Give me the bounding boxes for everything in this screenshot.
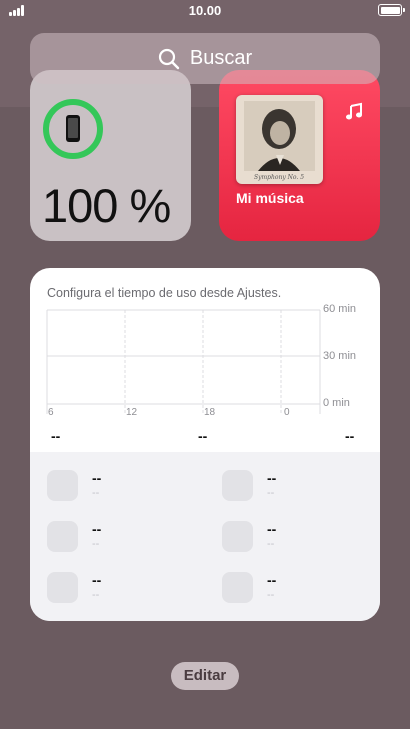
screen-time-widget[interactable]: Configura el tiempo de uso desde Ajustes…	[30, 268, 380, 621]
status-time: 10.00	[188, 3, 222, 18]
app-name: --	[267, 572, 277, 588]
app-time: --	[92, 487, 100, 499]
app-time: --	[267, 538, 275, 550]
music-note-icon	[346, 102, 362, 120]
app-name: --	[92, 572, 102, 588]
x-label-18: 18	[204, 407, 216, 418]
app-placeholder-icon	[47, 521, 78, 552]
app-placeholder-icon	[222, 521, 253, 552]
app-placeholder-icon	[222, 572, 253, 603]
y-label-0: 0 min	[323, 397, 350, 409]
app-usage-item[interactable]: -- --	[222, 572, 276, 603]
app-placeholder-icon	[222, 470, 253, 501]
y-label-30: 30 min	[323, 350, 357, 362]
app-placeholder-icon	[47, 470, 78, 501]
search-icon	[158, 48, 180, 69]
app-time: --	[92, 589, 100, 601]
app-usage-item[interactable]: -- --	[222, 470, 276, 501]
app-usage-item[interactable]: -- --	[47, 470, 101, 501]
battery-percent: 100 %	[42, 179, 171, 232]
music-widget[interactable]: Symphony No. 5 Mi música	[219, 70, 380, 241]
app-time: --	[267, 589, 275, 601]
x-label-6: 6	[48, 407, 54, 418]
x-label-12: 12	[126, 407, 138, 418]
summary-value-right: --	[345, 428, 355, 444]
album-portrait-image: Symphony No. 5	[244, 101, 315, 181]
app-name: --	[267, 521, 277, 537]
battery-ring	[43, 99, 103, 159]
battery-widget[interactable]: 100 %	[30, 70, 191, 241]
search-bar[interactable]: Buscar	[30, 33, 380, 84]
battery-icon	[378, 4, 405, 16]
x-label-0: 0	[284, 407, 290, 418]
edit-button[interactable]: Editar	[171, 662, 239, 690]
app-time: --	[267, 487, 275, 499]
app-usage-list: -- -- -- -- -- -- -- -- -- -- -- --	[30, 452, 380, 621]
app-name: --	[92, 521, 102, 537]
app-time: --	[92, 538, 100, 550]
app-usage-item[interactable]: -- --	[222, 521, 276, 552]
y-label-60: 60 min	[323, 303, 357, 315]
album-art[interactable]: Symphony No. 5	[236, 95, 323, 184]
app-usage-item[interactable]: -- --	[47, 572, 101, 603]
app-placeholder-icon	[47, 572, 78, 603]
album-caption: Symphony No. 5	[254, 174, 304, 181]
summary-value-center: --	[198, 428, 208, 444]
iphone-icon	[66, 115, 80, 142]
app-name: --	[92, 470, 102, 486]
music-title: Mi música	[236, 190, 304, 206]
search-placeholder: Buscar	[189, 47, 253, 69]
app-name: --	[267, 470, 277, 486]
app-usage-item[interactable]: -- --	[47, 521, 101, 552]
summary-value-left: --	[51, 428, 61, 444]
status-bar: 10.00	[0, 0, 410, 22]
